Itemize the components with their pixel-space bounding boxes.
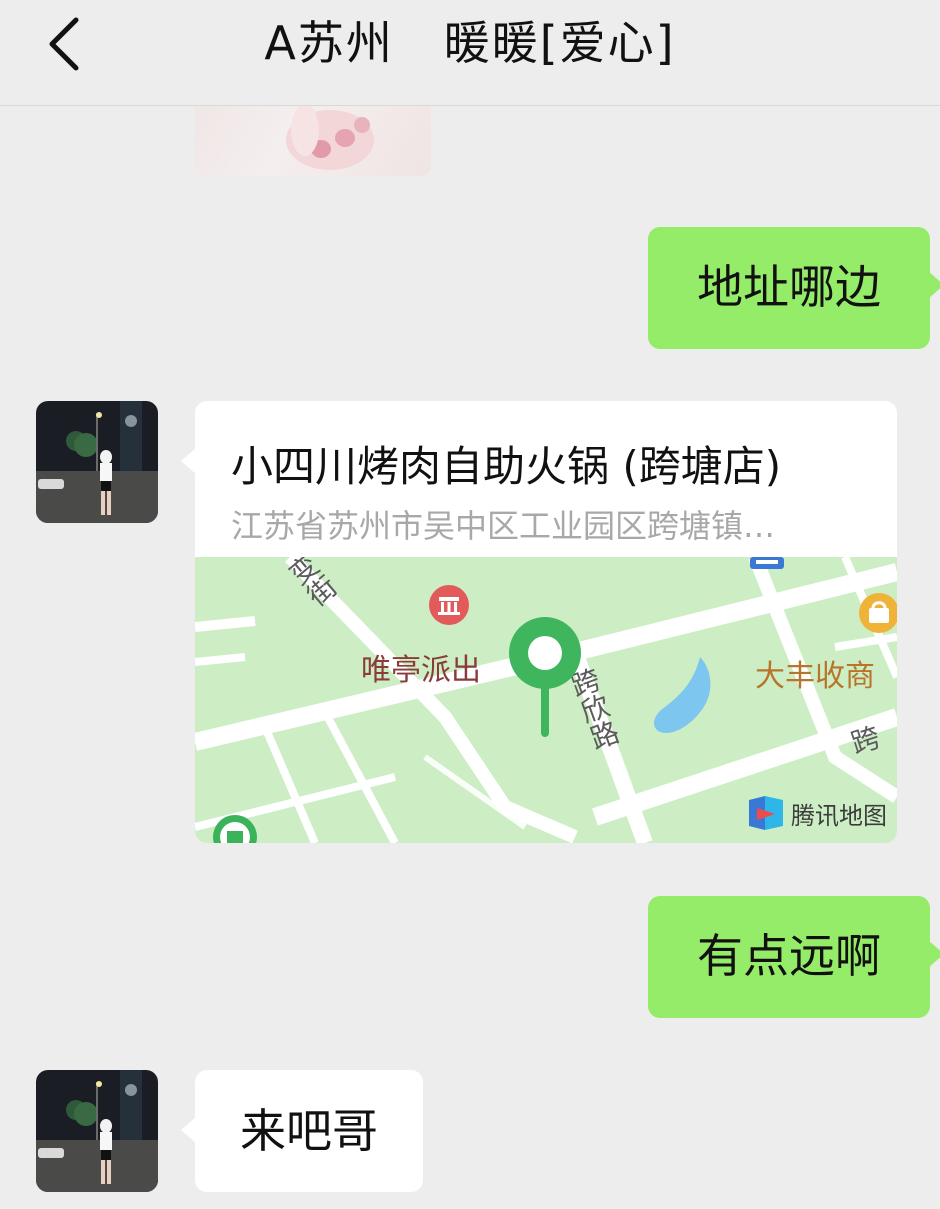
message-text: 有点远啊 bbox=[697, 929, 881, 983]
location-address: 江苏省苏州市吴中区工业园区跨塘镇… bbox=[231, 507, 776, 545]
photo-thumbnail bbox=[286, 106, 374, 170]
message-list[interactable]: 地址哪边 小四川烤肉自助火锅 (跨塘店) 江苏省苏州市吴中区工业园区跨塘镇… 唯… bbox=[0, 106, 940, 1209]
police-station-icon bbox=[429, 585, 469, 625]
location-name: 小四川烤肉自助火锅 (跨塘店) bbox=[231, 442, 782, 491]
map-label-shop: 大丰收商 bbox=[755, 660, 875, 693]
location-pin-icon bbox=[509, 617, 581, 737]
message-text: 来吧哥 bbox=[240, 1104, 378, 1158]
tencent-map-logo-icon bbox=[749, 796, 783, 830]
location-card[interactable]: 小四川烤肉自助火锅 (跨塘店) 江苏省苏州市吴中区工业园区跨塘镇… 唯亭派出 大… bbox=[181, 401, 897, 843]
contact-avatar[interactable] bbox=[36, 401, 158, 523]
shopping-bag-icon bbox=[859, 593, 897, 633]
chat-title: A苏州 暖暖[爱心] bbox=[264, 16, 676, 70]
map-brand: 腾讯地图 bbox=[747, 793, 887, 833]
transit-icon bbox=[750, 557, 784, 569]
avatar-photo bbox=[36, 1070, 158, 1192]
map-label-police: 唯亭派出 bbox=[361, 654, 481, 687]
incoming-message-bubble[interactable]: 来吧哥 bbox=[181, 1070, 423, 1192]
image-message[interactable] bbox=[195, 106, 431, 176]
map-preview[interactable]: 唯亭派出 大丰收商 跨欣路 跨 变街 腾讯地图 bbox=[195, 557, 897, 843]
contact-avatar[interactable] bbox=[36, 1070, 158, 1192]
metro-icon bbox=[213, 815, 257, 843]
chat-header: A苏州 暖暖[爱心] bbox=[0, 0, 940, 106]
message-text: 地址哪边 bbox=[697, 260, 881, 314]
outgoing-message-bubble[interactable]: 地址哪边 bbox=[648, 227, 940, 349]
avatar-photo bbox=[36, 401, 158, 523]
map-brand-text: 腾讯地图 bbox=[791, 801, 887, 830]
outgoing-message-bubble[interactable]: 有点远啊 bbox=[648, 896, 940, 1018]
